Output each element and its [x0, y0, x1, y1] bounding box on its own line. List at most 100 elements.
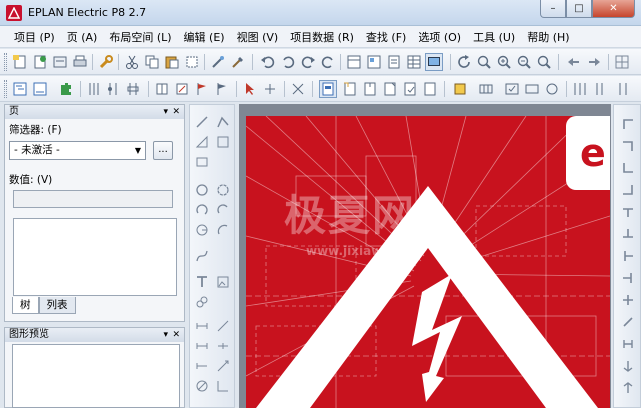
t-node-up-icon[interactable]: [621, 227, 635, 241]
maximize-button[interactable]: □: [566, 0, 592, 18]
undo-icon[interactable]: [260, 54, 276, 70]
property-icon[interactable]: [452, 81, 468, 97]
polyline-icon[interactable]: [216, 115, 230, 129]
cut-icon[interactable]: [124, 54, 140, 70]
chevron-down-icon[interactable]: ▼: [135, 142, 141, 159]
cable-icon[interactable]: [106, 81, 122, 97]
macro-icon[interactable]: [290, 81, 306, 97]
dimension-radius-icon[interactable]: [216, 359, 230, 373]
spline-icon[interactable]: [195, 249, 209, 263]
measure-icon[interactable]: [478, 81, 494, 97]
refresh-icon[interactable]: [456, 54, 472, 70]
page-icon[interactable]: [346, 54, 362, 70]
wrench-icon[interactable]: [98, 54, 114, 70]
mouse-icon[interactable]: [262, 81, 278, 97]
menu-project-data[interactable]: 项目数据 (R): [284, 29, 360, 45]
t-node-left-icon[interactable]: [621, 271, 635, 285]
corner-top-right-icon[interactable]: [621, 139, 635, 153]
undo-list-icon[interactable]: [280, 54, 296, 70]
back-icon[interactable]: [566, 54, 582, 70]
menu-layout-space[interactable]: 布局空间 (L): [103, 29, 177, 45]
grid-icon[interactable]: [614, 54, 630, 70]
new-project-icon[interactable]: [12, 54, 28, 70]
print-preview-icon[interactable]: [52, 54, 68, 70]
symbol-icon[interactable]: [342, 81, 358, 97]
insert-icon[interactable]: [214, 81, 230, 97]
brush-icon[interactable]: [230, 54, 246, 70]
break-point-icon[interactable]: [621, 381, 635, 395]
dimension-ordinate-icon[interactable]: [216, 379, 230, 393]
corner-bottom-left-icon[interactable]: [621, 161, 635, 175]
check-icon[interactable]: [504, 81, 520, 97]
value-field[interactable]: [13, 190, 173, 208]
tab-tree[interactable]: 树: [12, 297, 39, 314]
print-icon[interactable]: [72, 54, 88, 70]
table-icon[interactable]: [406, 54, 422, 70]
terminal-icon[interactable]: [86, 81, 102, 97]
graphic-editor-icon[interactable]: [174, 81, 190, 97]
page-macro-icon[interactable]: [319, 80, 337, 98]
form-icon[interactable]: [386, 54, 402, 70]
line-icon[interactable]: [195, 115, 209, 129]
page-tree[interactable]: [13, 218, 177, 296]
t-node-right-icon[interactable]: [621, 249, 635, 263]
copy-icon[interactable]: [144, 54, 160, 70]
dimension-angular-icon[interactable]: [195, 339, 209, 353]
layer-icon[interactable]: [402, 81, 418, 97]
plugin-icon[interactable]: [58, 81, 74, 97]
dimension-diameter-icon[interactable]: [195, 379, 209, 393]
menu-help[interactable]: 帮助 (H): [521, 29, 575, 45]
delete-icon[interactable]: [184, 54, 200, 70]
menu-find[interactable]: 查找 (F): [360, 29, 412, 45]
zoom-all-icon[interactable]: [536, 54, 552, 70]
redo-list-icon[interactable]: [320, 54, 336, 70]
flag-icon[interactable]: [194, 81, 210, 97]
menu-options[interactable]: 选项 (O): [412, 29, 467, 45]
navigator-icon[interactable]: [12, 81, 28, 97]
paint-icon[interactable]: [210, 54, 226, 70]
component-icon[interactable]: [382, 81, 398, 97]
zoom-in-icon[interactable]: [496, 54, 512, 70]
diagonal-connection-icon[interactable]: [621, 315, 635, 329]
redo-icon[interactable]: [300, 54, 316, 70]
image-icon[interactable]: [216, 275, 230, 289]
sector-icon[interactable]: [195, 223, 209, 237]
dimension-baseline-icon[interactable]: [195, 359, 209, 373]
paste-icon[interactable]: [164, 54, 180, 70]
menu-edit[interactable]: 编辑 (E): [178, 29, 231, 45]
potential-icon[interactable]: [594, 81, 610, 97]
corner-bottom-right-icon[interactable]: [621, 183, 635, 197]
monitor-icon[interactable]: [425, 53, 443, 71]
polygon-icon[interactable]: [195, 155, 209, 169]
dimension-aligned-icon[interactable]: [216, 319, 230, 333]
filter-more-button[interactable]: ...: [153, 141, 173, 160]
terminal-strip-icon[interactable]: [524, 81, 540, 97]
pin-icon[interactable]: [154, 81, 170, 97]
snap-icon[interactable]: [422, 81, 438, 97]
device-icon[interactable]: [32, 81, 48, 97]
interruption-point-icon[interactable]: [621, 359, 635, 373]
report-icon[interactable]: [366, 54, 382, 70]
close-panel-icon[interactable]: ✕: [172, 328, 180, 342]
dimension-chain-icon[interactable]: [216, 339, 230, 353]
interruption-icon[interactable]: [616, 81, 632, 97]
hyperlink-icon[interactable]: [195, 295, 209, 309]
minimize-button[interactable]: –: [540, 0, 566, 18]
t-node-down-icon[interactable]: [621, 205, 635, 219]
arc-icon[interactable]: [216, 203, 230, 217]
eplan-app-icon[interactable]: [6, 5, 22, 21]
menu-view[interactable]: 视图 (V): [231, 29, 285, 45]
open-project-icon[interactable]: [32, 54, 48, 70]
jumper-icon[interactable]: [621, 337, 635, 351]
toolbar-grip[interactable]: [4, 53, 7, 71]
wire-number-icon[interactable]: [572, 81, 588, 97]
connector-icon[interactable]: [126, 81, 142, 97]
pin-panel-icon[interactable]: ▾: [163, 328, 168, 342]
arc-center-icon[interactable]: [216, 223, 230, 237]
zoom-out-icon[interactable]: [516, 54, 532, 70]
arrow-icon[interactable]: [242, 81, 258, 97]
forward-icon[interactable]: [586, 54, 602, 70]
toolbar-grip[interactable]: [4, 80, 7, 98]
close-button[interactable]: ✕: [592, 0, 635, 18]
zoom-window-icon[interactable]: [476, 54, 492, 70]
